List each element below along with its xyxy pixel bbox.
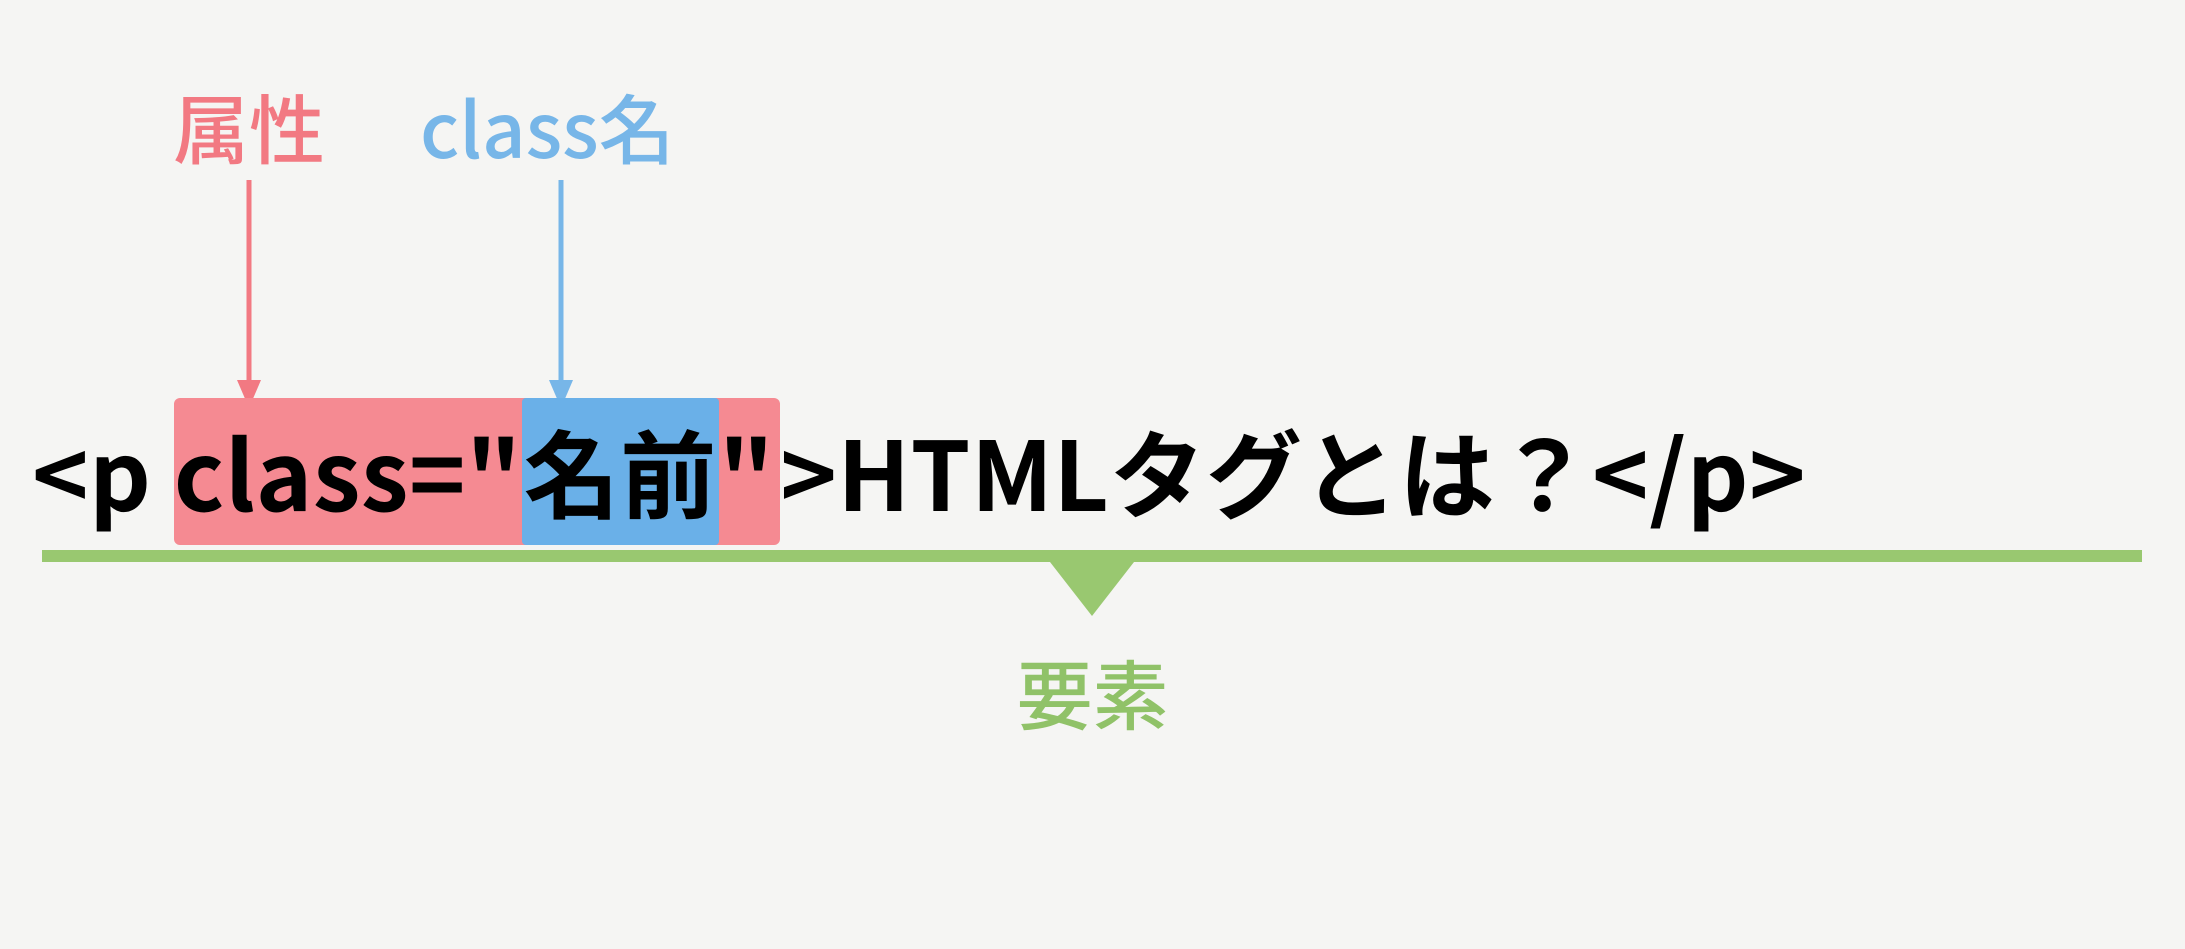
code-example: <p class="名前">HTMLタグとは？</p> xyxy=(32,400,1806,539)
label-class-name: class名 xyxy=(420,70,675,180)
element-bracket xyxy=(42,550,2142,562)
code-value-close-quote: " xyxy=(719,400,775,539)
element-underline xyxy=(42,550,2142,562)
code-open-start: <p xyxy=(32,400,174,539)
code-open-end: > xyxy=(780,400,837,539)
code-attribute-highlight: class="名前" xyxy=(174,398,780,545)
element-triangle-icon xyxy=(1050,562,1134,616)
label-element: 要素 xyxy=(1017,636,1169,746)
code-content: HTMLタグとは？ xyxy=(837,400,1592,539)
code-attr-name: class= xyxy=(174,400,466,539)
code-class-value-highlight: 名前 xyxy=(522,398,719,545)
code-close-tag: </p> xyxy=(1592,400,1806,539)
arrow-class-name xyxy=(546,180,576,410)
label-attribute: 属性 xyxy=(173,70,325,180)
diagram-canvas: 属性 class名 <p class="名前">HTMLタグとは？</p> 要素 xyxy=(0,0,2185,949)
arrow-attribute xyxy=(234,180,264,410)
code-value-open-quote: " xyxy=(466,400,522,539)
